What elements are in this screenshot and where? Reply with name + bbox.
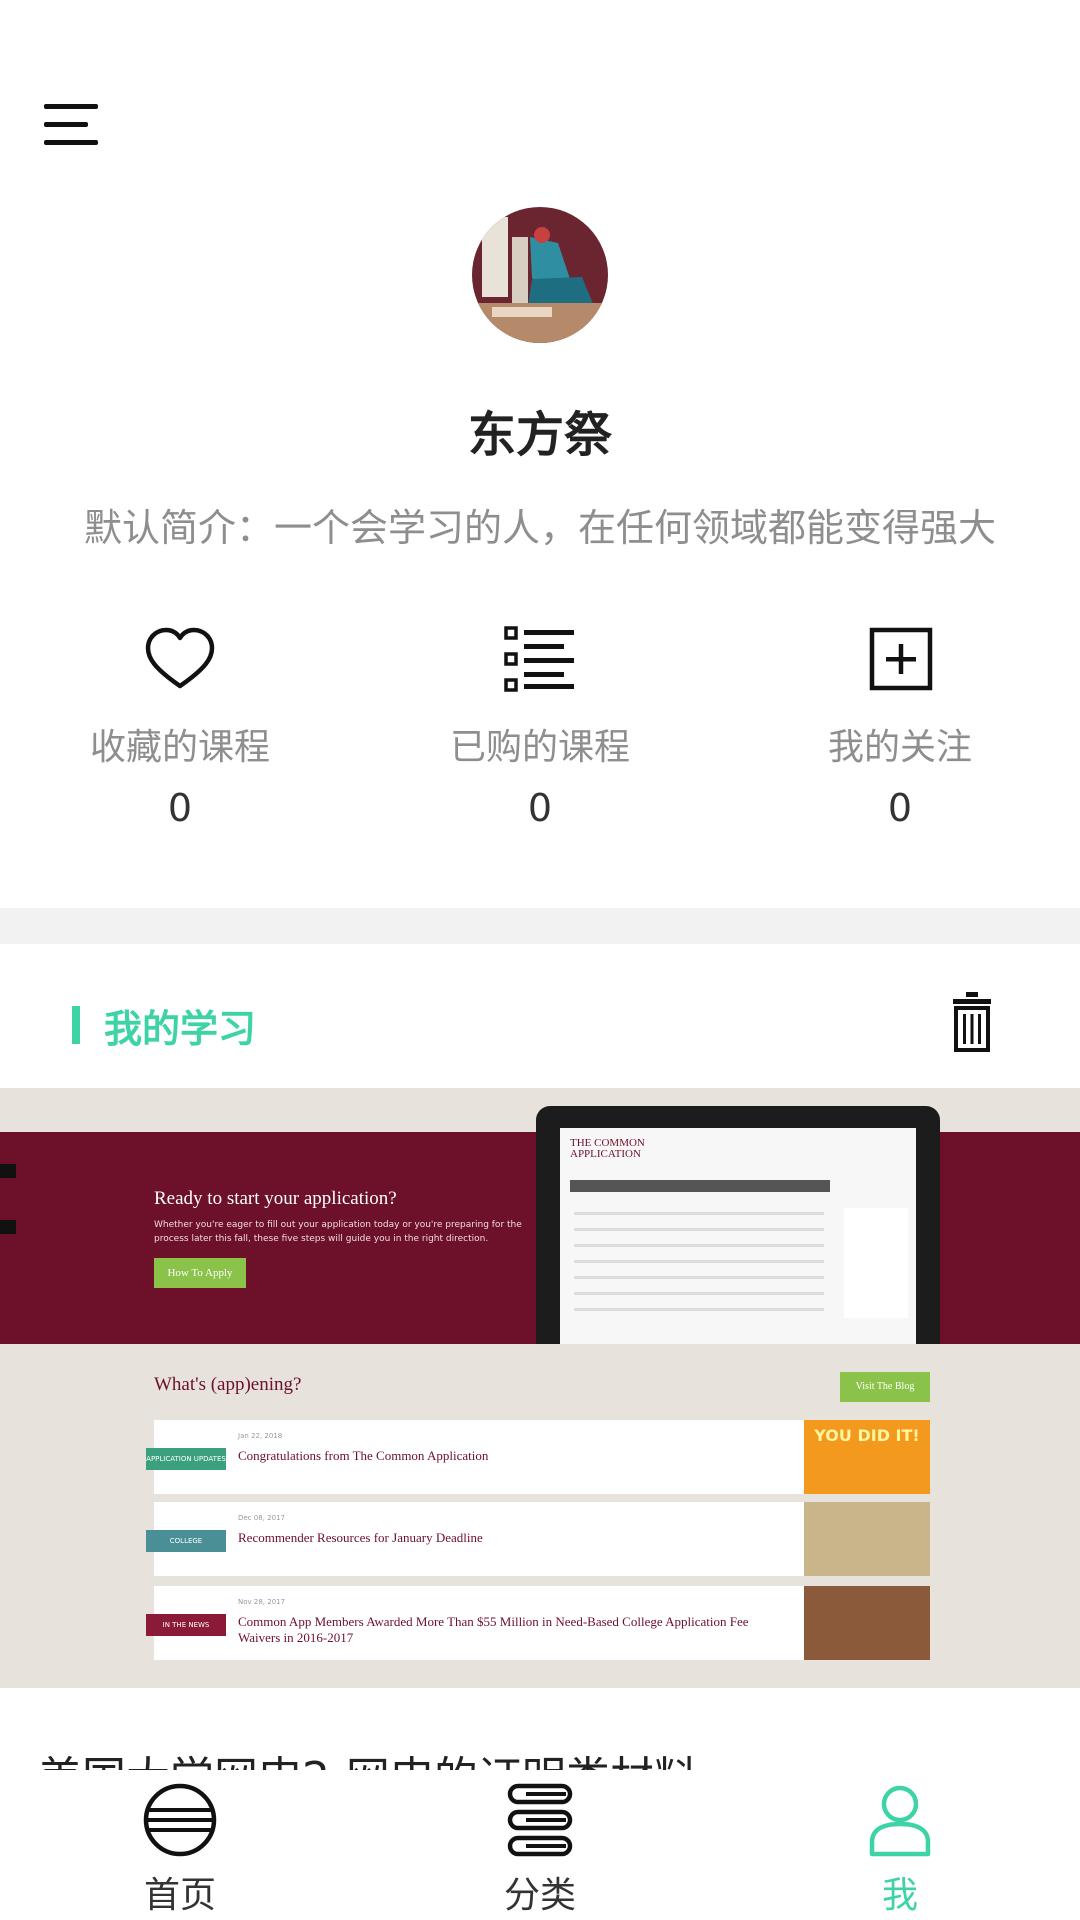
stat-label: 我的关注 bbox=[827, 727, 972, 768]
stat-label: 已购的课程 bbox=[449, 727, 630, 768]
bottom-tab-bar: 首页 分类 我 bbox=[0, 1770, 1080, 1920]
stat-count: 0 bbox=[887, 786, 913, 830]
person-icon bbox=[869, 1785, 931, 1857]
news-date: Jan 22, 2018 bbox=[238, 1432, 283, 1440]
news-tag: IN THE NEWS bbox=[146, 1614, 226, 1636]
screen-sidebar bbox=[844, 1208, 908, 1318]
stat-count: 0 bbox=[527, 786, 553, 830]
tab-home[interactable]: 首页 bbox=[0, 1770, 360, 1920]
tablet-screen: THE COMMON APPLICATION bbox=[560, 1128, 916, 1344]
news-title: Recommender Resources for January Deadli… bbox=[238, 1530, 483, 1545]
news-tag: APPLICATION UPDATES bbox=[146, 1448, 226, 1470]
plus-square-icon bbox=[869, 627, 933, 691]
menu-icon[interactable] bbox=[40, 98, 100, 150]
banner-heading: Ready to start your application? bbox=[154, 1188, 397, 1209]
news-item: APPLICATION UPDATES Jan 22, 2018 Congrat… bbox=[146, 1420, 930, 1494]
course-banner[interactable]: Ready to start your application? Whether… bbox=[0, 1088, 1080, 1688]
common-app-logo: THE COMMON APPLICATION bbox=[570, 1137, 645, 1160]
news-thumb bbox=[804, 1502, 930, 1576]
screen-tabs bbox=[570, 1180, 830, 1192]
tab-label: 首页 bbox=[143, 1875, 216, 1916]
stats-row: 收藏的课程 0 已购的课程 0 我的关注 0 bbox=[0, 620, 1080, 840]
home-icon bbox=[143, 1783, 217, 1857]
news-thumb bbox=[804, 1586, 930, 1660]
banner-text: Whether you're eager to fill out your ap… bbox=[154, 1220, 522, 1244]
news-date: Dec 08, 2017 bbox=[238, 1514, 285, 1522]
username: 东方祭 bbox=[467, 407, 612, 463]
avatar[interactable] bbox=[472, 207, 608, 343]
stat-following[interactable]: 我的关注 0 bbox=[720, 620, 1080, 840]
list-icon bbox=[504, 626, 574, 692]
arrow-icon bbox=[0, 1164, 16, 1178]
tablet-mockup: THE COMMON APPLICATION bbox=[536, 1106, 940, 1344]
accent-bar bbox=[72, 1006, 80, 1044]
tab-category[interactable]: 分类 bbox=[360, 1770, 720, 1920]
tab-label: 分类 bbox=[503, 1875, 576, 1916]
whats-happening: What's (app)ening? bbox=[154, 1374, 302, 1395]
tab-label: 我 bbox=[881, 1875, 918, 1916]
arrow-icon bbox=[0, 1220, 16, 1234]
stat-favorite-courses[interactable]: 收藏的课程 0 bbox=[0, 620, 360, 840]
visit-blog-button: Visit The Blog bbox=[840, 1372, 930, 1402]
news-item: IN THE NEWS Nov 28, 2017 Common App Memb… bbox=[146, 1586, 930, 1660]
my-learning-header: 我的学习 bbox=[0, 998, 1080, 1058]
bio: 默认简介：一个会学习的人，在任何领域都能变得强大 bbox=[83, 506, 996, 550]
section-title: 我的学习 bbox=[104, 1007, 257, 1051]
news-title: Common App Members Awarded More Than $55… bbox=[238, 1614, 749, 1645]
stat-label: 收藏的课程 bbox=[89, 727, 270, 768]
stat-purchased-courses[interactable]: 已购的课程 0 bbox=[360, 620, 720, 840]
tab-me[interactable]: 我 bbox=[720, 1770, 1080, 1920]
news-item: COLLEGE COUNSELING Dec 08, 2017 Recommen… bbox=[146, 1502, 930, 1576]
news-title: Congratulations from The Common Applicat… bbox=[238, 1448, 489, 1463]
heart-icon bbox=[145, 627, 215, 689]
news-thumb: YOU DID IT! bbox=[804, 1420, 930, 1494]
how-to-apply-button: How To Apply bbox=[154, 1258, 246, 1288]
news-tag: COLLEGE COUNSELING bbox=[146, 1530, 226, 1567]
category-icon bbox=[507, 1783, 573, 1857]
trash-icon[interactable] bbox=[952, 990, 992, 1052]
news-date: Nov 28, 2017 bbox=[238, 1598, 286, 1606]
section-divider bbox=[0, 908, 1080, 944]
stat-count: 0 bbox=[167, 786, 193, 830]
